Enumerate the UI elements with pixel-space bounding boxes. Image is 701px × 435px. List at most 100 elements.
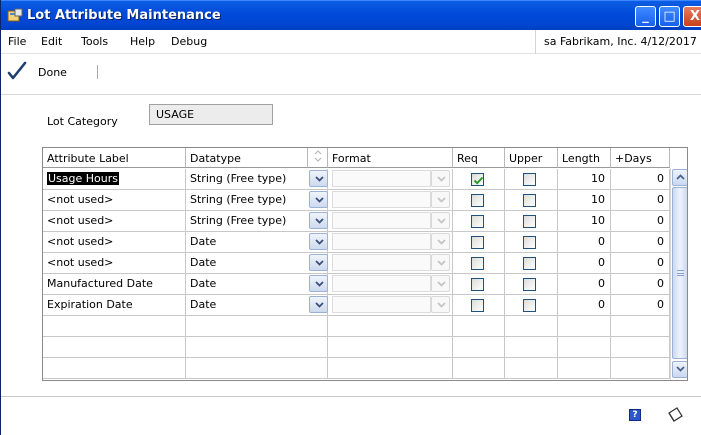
cell-days[interactable]: 0 <box>611 232 670 253</box>
cell-req[interactable] <box>453 211 505 232</box>
cell-label[interactable]: Usage Hours <box>43 169 186 190</box>
cell-upper[interactable] <box>505 232 558 253</box>
cell-datatype[interactable] <box>186 337 328 358</box>
cell-format[interactable] <box>328 232 453 253</box>
cell-length[interactable]: 0 <box>558 295 611 316</box>
cell-format[interactable] <box>328 274 453 295</box>
cell-format[interactable] <box>328 190 453 211</box>
cell-req[interactable] <box>453 253 505 274</box>
upper-checkbox[interactable] <box>523 215 536 228</box>
cell-label[interactable] <box>43 316 186 337</box>
cell-days[interactable]: 0 <box>611 190 670 211</box>
cell-req[interactable] <box>453 337 505 358</box>
datatype-dropdown-button[interactable] <box>309 296 328 313</box>
cell-label[interactable] <box>43 358 186 379</box>
scroll-down-button[interactable] <box>672 361 687 378</box>
cell-days[interactable] <box>611 358 670 379</box>
req-checkbox[interactable] <box>471 278 484 291</box>
datatype-dropdown-button[interactable] <box>309 212 328 229</box>
minimize-button[interactable]: _ <box>635 6 656 27</box>
note-icon[interactable] <box>665 405 685 425</box>
menu-help[interactable]: Help <box>130 35 155 48</box>
cell-length[interactable]: 0 <box>558 253 611 274</box>
cell-days[interactable]: 0 <box>611 169 670 190</box>
done-button[interactable]: Done <box>4 60 96 84</box>
cell-req[interactable] <box>453 274 505 295</box>
menu-edit[interactable]: Edit <box>41 35 62 48</box>
scroll-thumb[interactable] <box>672 187 687 359</box>
datatype-dropdown-button[interactable] <box>309 254 328 271</box>
cell-label[interactable]: <not used> <box>43 232 186 253</box>
cell-length[interactable] <box>558 358 611 379</box>
datatype-dropdown-button[interactable] <box>309 275 328 292</box>
cell-req[interactable] <box>453 190 505 211</box>
cell-label[interactable]: <not used> <box>43 253 186 274</box>
cell-label[interactable]: <not used> <box>43 211 186 232</box>
cell-label[interactable]: Expiration Date <box>43 295 186 316</box>
upper-checkbox[interactable] <box>523 236 536 249</box>
menu-tools[interactable]: Tools <box>81 35 108 48</box>
cell-format[interactable] <box>328 253 453 274</box>
lot-category-field[interactable]: USAGE <box>149 104 273 125</box>
req-checkbox[interactable] <box>471 194 484 207</box>
cell-req[interactable] <box>453 169 505 190</box>
upper-checkbox[interactable] <box>523 257 536 270</box>
cell-datatype[interactable]: String (Free type) <box>186 190 328 211</box>
maximize-button[interactable]: □ <box>659 6 680 27</box>
cell-datatype[interactable]: Date <box>186 274 328 295</box>
req-checkbox[interactable] <box>471 299 484 312</box>
cell-upper[interactable] <box>505 337 558 358</box>
cell-format[interactable] <box>328 337 453 358</box>
cell-length[interactable] <box>558 337 611 358</box>
cell-datatype[interactable] <box>186 358 328 379</box>
cell-upper[interactable] <box>505 316 558 337</box>
cell-length[interactable]: 10 <box>558 169 611 190</box>
cell-format[interactable] <box>328 295 453 316</box>
close-button[interactable]: X <box>683 6 701 27</box>
cell-length[interactable]: 0 <box>558 274 611 295</box>
menu-debug[interactable]: Debug <box>171 35 207 48</box>
datatype-dropdown-button[interactable] <box>309 191 328 208</box>
cell-days[interactable]: 0 <box>611 295 670 316</box>
cell-datatype[interactable]: Date <box>186 253 328 274</box>
cell-req[interactable] <box>453 358 505 379</box>
cell-upper[interactable] <box>505 253 558 274</box>
cell-length[interactable]: 10 <box>558 211 611 232</box>
cell-length[interactable] <box>558 316 611 337</box>
cell-req[interactable] <box>453 295 505 316</box>
cell-req[interactable] <box>453 316 505 337</box>
cell-days[interactable]: 0 <box>611 274 670 295</box>
req-checkbox[interactable] <box>471 215 484 228</box>
cell-upper[interactable] <box>505 190 558 211</box>
cell-datatype[interactable]: String (Free type) <box>186 169 328 190</box>
cell-days[interactable]: 0 <box>611 253 670 274</box>
cell-upper[interactable] <box>505 358 558 379</box>
menu-file[interactable]: File <box>8 35 26 48</box>
datatype-dropdown-button[interactable] <box>309 170 328 187</box>
req-checkbox[interactable] <box>471 257 484 270</box>
help-icon[interactable]: ? <box>629 409 641 421</box>
col-header-sort[interactable] <box>308 148 328 168</box>
cell-datatype[interactable] <box>186 316 328 337</box>
cell-days[interactable] <box>611 316 670 337</box>
cell-length[interactable]: 10 <box>558 190 611 211</box>
cell-length[interactable]: 0 <box>558 232 611 253</box>
cell-days[interactable]: 0 <box>611 211 670 232</box>
cell-label[interactable]: <not used> <box>43 190 186 211</box>
cell-days[interactable] <box>611 337 670 358</box>
cell-format[interactable] <box>328 316 453 337</box>
vertical-scrollbar[interactable] <box>670 168 687 380</box>
req-checkbox[interactable] <box>471 173 484 186</box>
scroll-up-button[interactable] <box>672 169 687 186</box>
cell-upper[interactable] <box>505 169 558 190</box>
cell-format[interactable] <box>328 358 453 379</box>
cell-label[interactable] <box>43 337 186 358</box>
cell-upper[interactable] <box>505 295 558 316</box>
cell-label[interactable]: Manufactured Date <box>43 274 186 295</box>
cell-datatype[interactable]: Date <box>186 295 328 316</box>
cell-format[interactable] <box>328 211 453 232</box>
upper-checkbox[interactable] <box>523 278 536 291</box>
cell-format[interactable] <box>328 169 453 190</box>
cell-datatype[interactable]: Date <box>186 232 328 253</box>
cell-req[interactable] <box>453 232 505 253</box>
